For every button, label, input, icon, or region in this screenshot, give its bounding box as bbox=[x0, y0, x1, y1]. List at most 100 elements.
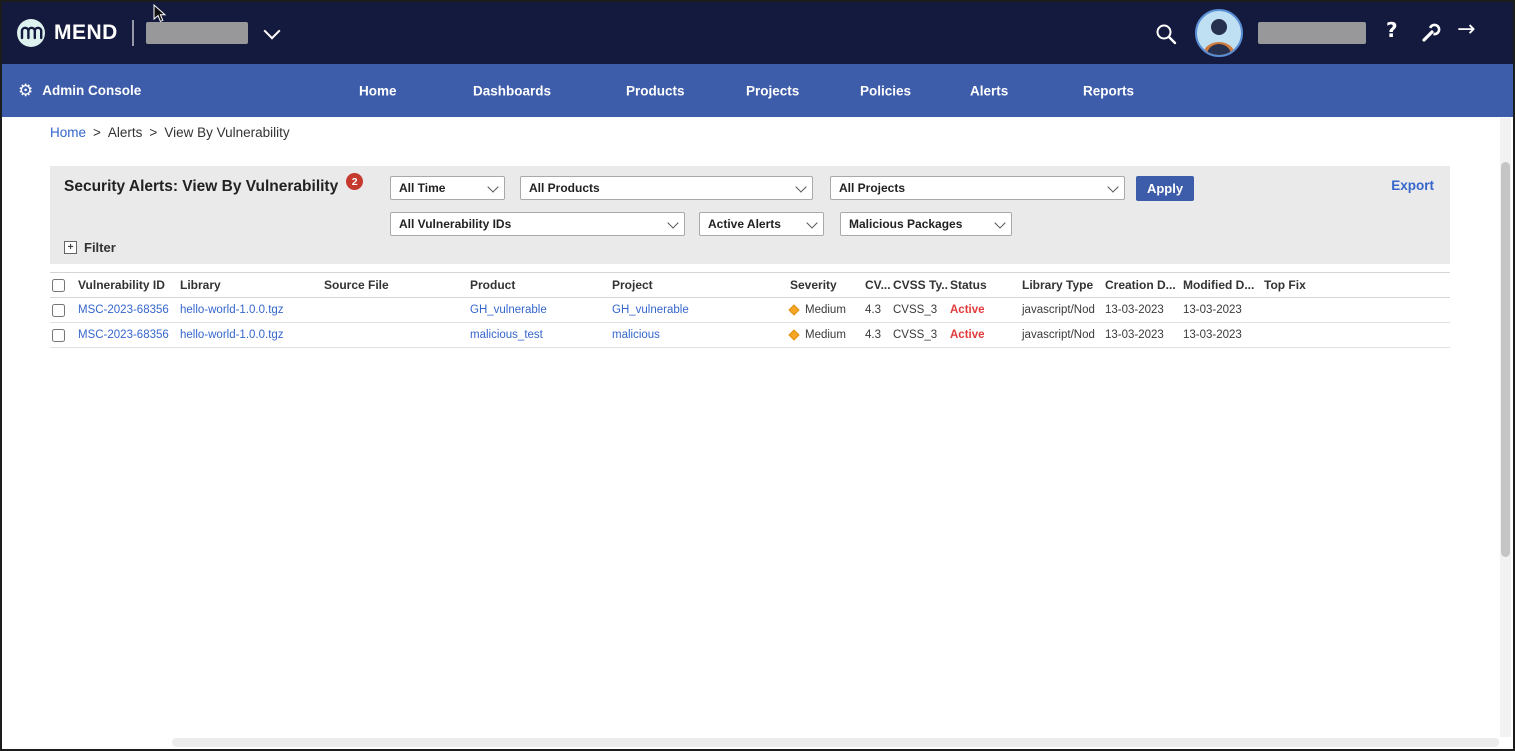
vulnerability-ids-filter-value: All Vulnerability IDs bbox=[399, 217, 511, 231]
chevron-down-icon bbox=[487, 181, 498, 192]
cvss-type-cell: CVSS_3 bbox=[891, 298, 948, 323]
creation-date-cell: 13-03-2023 bbox=[1103, 298, 1181, 323]
projects-filter-value: All Projects bbox=[839, 181, 905, 195]
vulnerability-ids-filter-select[interactable]: All Vulnerability IDs bbox=[390, 212, 685, 236]
nav-item-home[interactable]: Home bbox=[359, 83, 397, 98]
nav-item-policies[interactable]: Policies bbox=[860, 83, 911, 98]
modified-date-cell: 13-03-2023 bbox=[1181, 298, 1262, 323]
severity-medium-icon bbox=[788, 305, 799, 316]
row-checkbox[interactable] bbox=[52, 304, 65, 317]
severity-medium-icon bbox=[788, 330, 799, 341]
table-header-row: Vulnerability ID Library Source File Pro… bbox=[50, 273, 1450, 298]
nav-item-dashboards[interactable]: Dashboards bbox=[473, 83, 551, 98]
library-link[interactable]: hello-world-1.0.0.tgz bbox=[180, 304, 284, 316]
alert-status-filter-select[interactable]: Active Alerts bbox=[699, 212, 824, 236]
admin-console-link[interactable]: ⚙ Admin Console bbox=[18, 81, 141, 101]
library-type-cell: javascript/Nod bbox=[1020, 323, 1103, 348]
filter-expander[interactable]: + Filter bbox=[64, 240, 116, 255]
vertical-scrollbar-thumb[interactable] bbox=[1501, 162, 1510, 557]
col-library-type[interactable]: Library Type bbox=[1020, 273, 1103, 298]
alert-status-filter-value: Active Alerts bbox=[708, 217, 781, 231]
vertical-scrollbar[interactable] bbox=[1500, 118, 1511, 737]
status-badge: Active bbox=[950, 304, 985, 316]
filter-label: Filter bbox=[84, 240, 116, 255]
severity-label: Medium bbox=[805, 329, 846, 341]
vulnerability-id-link[interactable]: MSC-2023-68356 bbox=[78, 329, 169, 341]
time-filter-value: All Time bbox=[399, 181, 445, 195]
user-avatar[interactable] bbox=[1195, 9, 1243, 57]
brand-name: MEND bbox=[54, 21, 118, 45]
top-fix-cell bbox=[1262, 298, 1450, 323]
chevron-down-icon bbox=[806, 217, 817, 228]
library-link[interactable]: hello-world-1.0.0.tgz bbox=[180, 329, 284, 341]
col-modified-date[interactable]: Modified D... bbox=[1181, 273, 1262, 298]
search-icon[interactable] bbox=[1154, 22, 1178, 51]
top-bar-left: MEND bbox=[2, 18, 278, 48]
panel-header: Security Alerts: View By Vulnerability 2… bbox=[50, 166, 1450, 264]
vulnerability-id-link[interactable]: MSC-2023-68356 bbox=[78, 304, 169, 316]
row-checkbox[interactable] bbox=[52, 329, 65, 342]
breadcrumb-current-page: View By Vulnerability bbox=[164, 125, 289, 140]
modified-date-cell: 13-03-2023 bbox=[1181, 323, 1262, 348]
wrench-icon[interactable] bbox=[1419, 21, 1443, 50]
breadcrumb: Home > Alerts > View By Vulnerability bbox=[50, 125, 290, 140]
top-fix-cell bbox=[1262, 323, 1450, 348]
breadcrumb-alerts[interactable]: Alerts bbox=[108, 125, 143, 140]
time-filter-select[interactable]: All Time bbox=[390, 176, 505, 200]
col-product[interactable]: Product bbox=[468, 273, 610, 298]
alert-type-filter-value: Malicious Packages bbox=[849, 217, 962, 231]
user-name-redacted[interactable] bbox=[1258, 22, 1366, 44]
table-row[interactable]: MSC-2023-68356 hello-world-1.0.0.tgz GH_… bbox=[50, 298, 1450, 323]
project-link[interactable]: GH_vulnerable bbox=[612, 304, 689, 316]
nav-item-products[interactable]: Products bbox=[626, 83, 685, 98]
chevron-down-icon bbox=[1107, 181, 1118, 192]
status-badge: Active bbox=[950, 329, 985, 341]
project-link[interactable]: malicious bbox=[612, 329, 660, 341]
col-library[interactable]: Library bbox=[178, 273, 322, 298]
col-cvss-type[interactable]: CVSS Ty... bbox=[891, 273, 948, 298]
breadcrumb-home[interactable]: Home bbox=[50, 125, 86, 140]
horizontal-scrollbar[interactable] bbox=[172, 738, 1499, 747]
nav-item-reports[interactable]: Reports bbox=[1083, 83, 1134, 98]
library-type-cell: javascript/Nod bbox=[1020, 298, 1103, 323]
nav-item-alerts[interactable]: Alerts bbox=[970, 83, 1008, 98]
cvss-type-cell: CVSS_3 bbox=[891, 323, 948, 348]
mend-logo-icon[interactable] bbox=[16, 18, 46, 48]
gear-icon: ⚙ bbox=[18, 81, 33, 101]
col-status[interactable]: Status bbox=[948, 273, 1020, 298]
admin-console-label: Admin Console bbox=[42, 83, 141, 98]
projects-filter-select[interactable]: All Projects bbox=[830, 176, 1125, 200]
source-file-cell bbox=[322, 298, 468, 323]
apply-button[interactable]: Apply bbox=[1136, 176, 1194, 201]
top-bar-divider bbox=[132, 20, 134, 46]
col-creation-date[interactable]: Creation D... bbox=[1103, 273, 1181, 298]
cvss-score-cell: 4.3 bbox=[863, 323, 891, 348]
breadcrumb-separator: > bbox=[93, 125, 101, 140]
alerts-table: Vulnerability ID Library Source File Pro… bbox=[50, 272, 1450, 348]
col-project[interactable]: Project bbox=[610, 273, 788, 298]
col-source-file[interactable]: Source File bbox=[322, 273, 468, 298]
products-filter-select[interactable]: All Products bbox=[520, 176, 813, 200]
chevron-down-icon bbox=[667, 217, 678, 228]
product-link[interactable]: GH_vulnerable bbox=[470, 304, 547, 316]
product-link[interactable]: malicious_test bbox=[470, 329, 543, 341]
security-alerts-panel: Security Alerts: View By Vulnerability 2… bbox=[50, 166, 1450, 348]
cvss-score-cell: 4.3 bbox=[863, 298, 891, 323]
table-row[interactable]: MSC-2023-68356 hello-world-1.0.0.tgz mal… bbox=[50, 323, 1450, 348]
col-severity[interactable]: Severity bbox=[788, 273, 863, 298]
chevron-down-icon bbox=[994, 217, 1005, 228]
export-link[interactable]: Export bbox=[1391, 178, 1434, 193]
nav-item-projects[interactable]: Projects bbox=[746, 83, 799, 98]
top-bar: MEND ? bbox=[2, 2, 1513, 64]
chevron-down-icon[interactable] bbox=[263, 23, 280, 40]
select-all-checkbox[interactable] bbox=[52, 279, 65, 292]
alert-type-filter-select[interactable]: Malicious Packages bbox=[840, 212, 1012, 236]
col-vulnerability-id[interactable]: Vulnerability ID bbox=[76, 273, 178, 298]
chevron-down-icon bbox=[795, 181, 806, 192]
app-window: MEND ? bbox=[0, 0, 1515, 751]
mouse-cursor bbox=[153, 4, 167, 29]
logout-arrow-icon[interactable]: → bbox=[1457, 17, 1475, 42]
col-cvss[interactable]: CV... bbox=[863, 273, 891, 298]
help-icon[interactable]: ? bbox=[1386, 18, 1398, 42]
col-top-fix[interactable]: Top Fix bbox=[1262, 273, 1450, 298]
